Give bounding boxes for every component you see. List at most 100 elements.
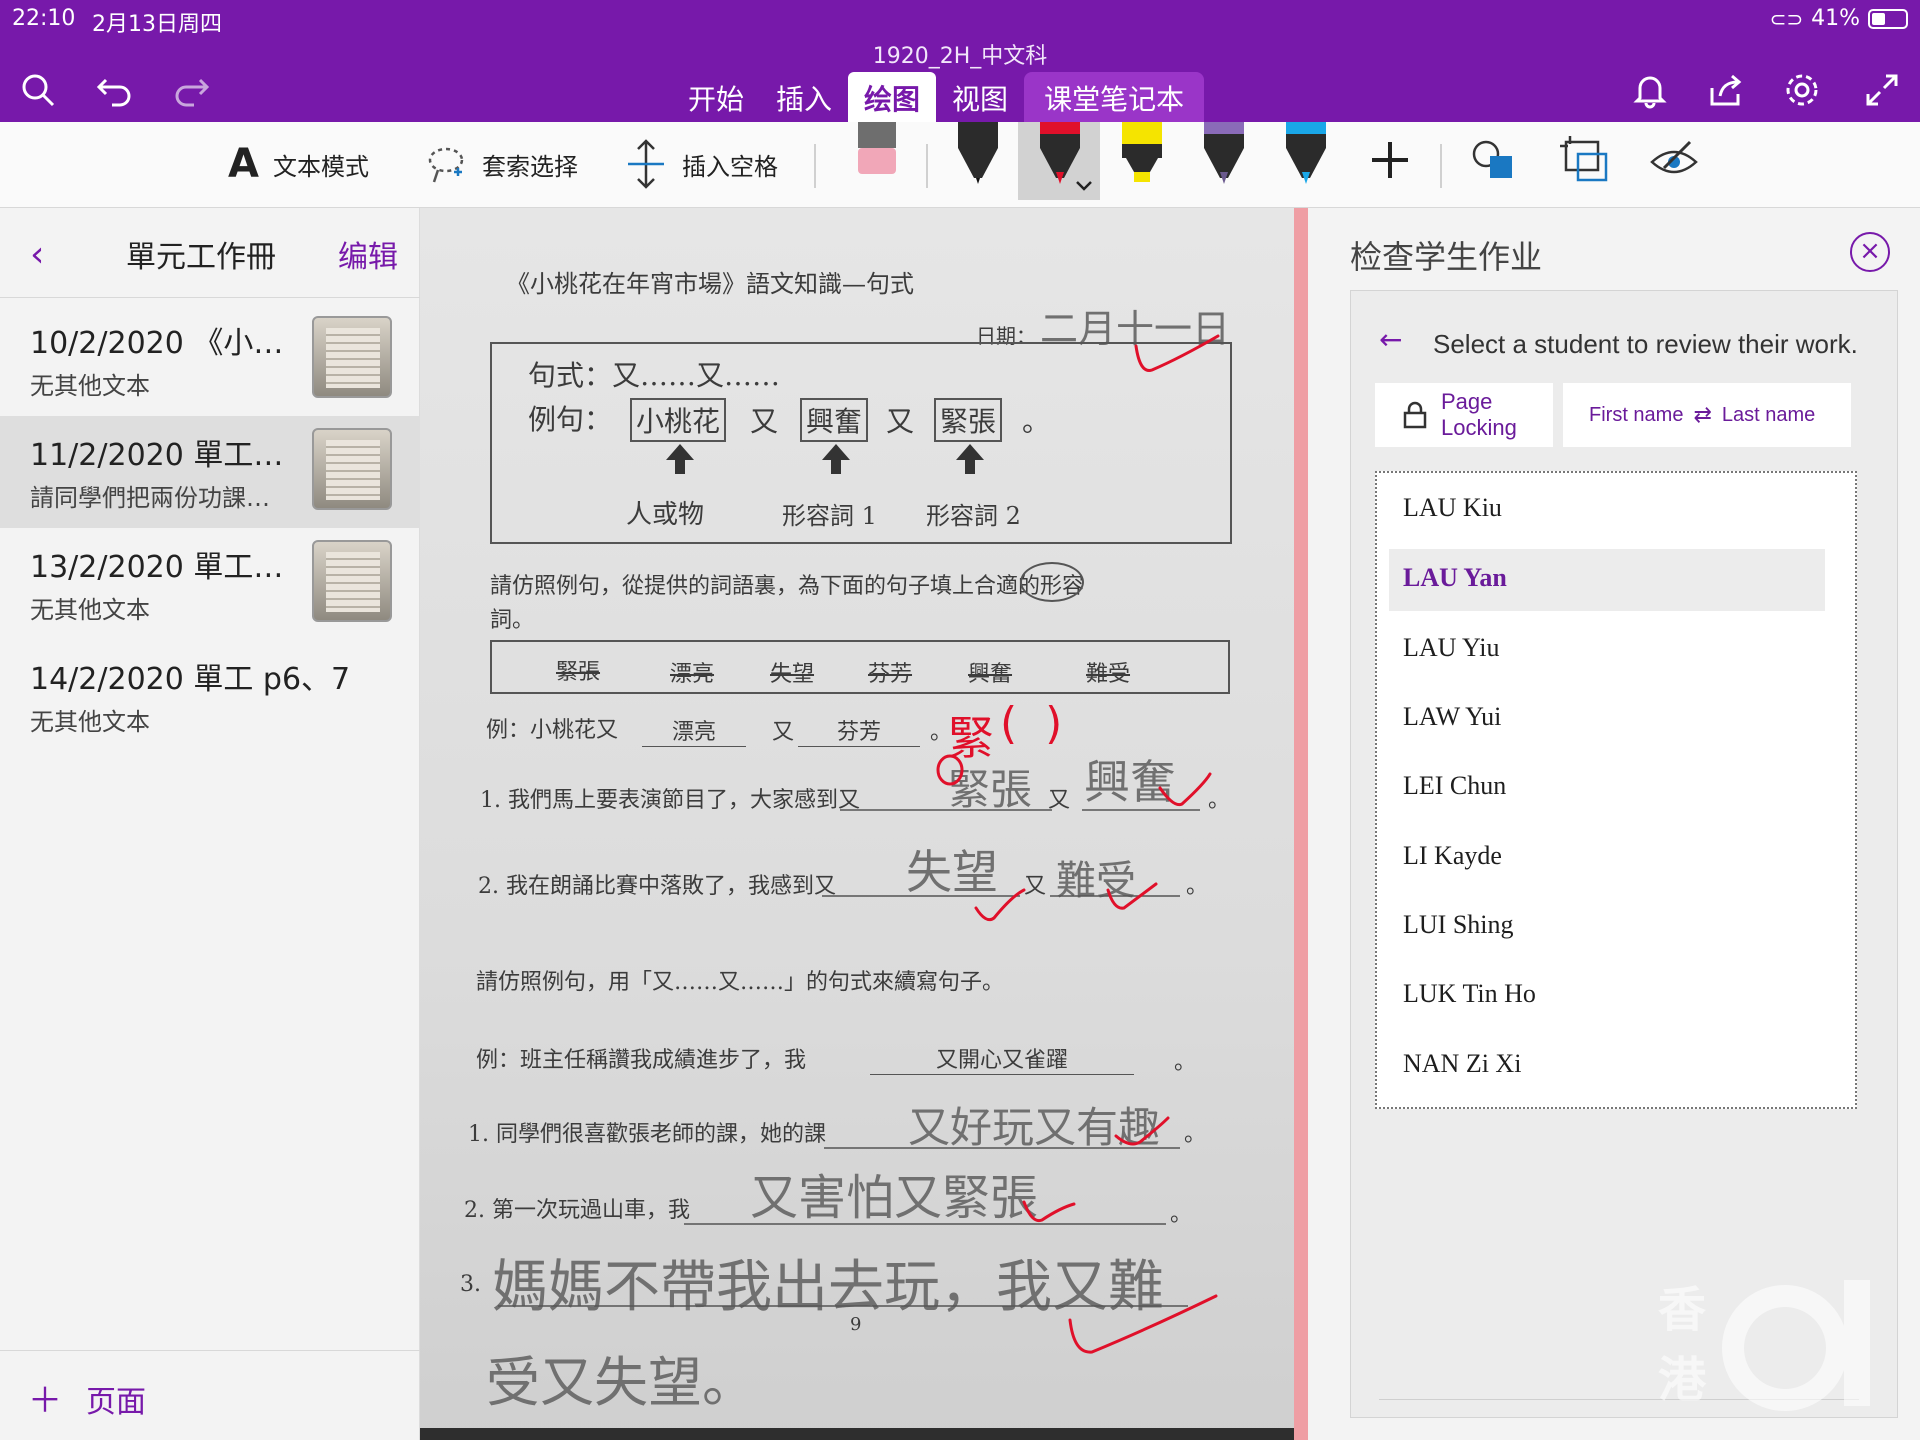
close-icon[interactable]: ×: [1850, 232, 1890, 272]
yellow-highlighter-icon[interactable]: [1114, 122, 1170, 188]
gear-icon[interactable]: [1778, 66, 1826, 114]
page-item[interactable]: 14/2/2020 單工 p6、7 无其他文本: [0, 640, 420, 752]
student-item[interactable]: LAU Yiu: [1389, 619, 1825, 681]
tab-home[interactable]: 开始: [672, 72, 760, 122]
back-arrow-icon[interactable]: ←: [1379, 323, 1402, 356]
toolbar-divider: [926, 144, 928, 188]
page-item-subtitle: 无其他文本: [30, 596, 150, 624]
sort-first-name: First name: [1589, 403, 1684, 426]
page-item-title: 11/2/2020 單工…: [30, 438, 284, 473]
galaxy-pen-icon[interactable]: [1196, 122, 1252, 188]
page-thumbnail: [312, 540, 392, 622]
tab-draw[interactable]: 绘图: [848, 72, 937, 122]
title-bar: 22:10 2月13日周四 ⊂⊃ 41% 1920_2H_中文科 开始 插入 绘…: [0, 0, 1920, 122]
page-locking-button[interactable]: Page Locking: [1375, 383, 1553, 447]
page-list-pane: ‹ 單元工作冊 编辑 10/2/2020 《小… 无其他文本 11/2/2020…: [0, 208, 420, 1440]
pane-divider: [1294, 208, 1308, 1440]
student-item[interactable]: LAU Kiu: [1389, 479, 1825, 541]
edit-button[interactable]: 编辑: [338, 232, 398, 276]
student-item[interactable]: LEI Chun: [1389, 757, 1825, 819]
text-mode-button[interactable]: A 文本模式: [228, 134, 369, 194]
toolbar-divider: [1440, 144, 1442, 188]
share-icon[interactable]: [1702, 66, 1750, 114]
plus-icon[interactable]: ＋: [28, 1373, 62, 1422]
lasso-select-label: 套索选择: [482, 152, 578, 181]
undo-icon[interactable]: [90, 66, 138, 114]
ink-to-shape-icon[interactable]: [1556, 132, 1612, 198]
lasso-icon: [428, 147, 464, 183]
page-locking-label: Page Locking: [1441, 389, 1517, 440]
battery-percent: 41%: [1811, 6, 1860, 31]
page-item-subtitle: 无其他文本: [30, 708, 150, 736]
add-pen-icon[interactable]: [1362, 132, 1418, 198]
tab-class-notebook[interactable]: 课堂笔记本: [1024, 72, 1205, 122]
page-item-selected[interactable]: 11/2/2020 單工… 請同學們把兩份功課…: [0, 416, 420, 528]
pen-options-chevron-icon[interactable]: [1074, 176, 1094, 196]
watermark-mark-icon: [1722, 1280, 1870, 1411]
student-item[interactable]: LUI Shing: [1389, 896, 1825, 958]
page-thumbnail: [312, 428, 392, 510]
search-icon[interactable]: [14, 66, 62, 114]
back-chevron-icon[interactable]: ‹: [30, 234, 44, 275]
insert-space-button[interactable]: 插入空格: [624, 134, 778, 194]
page-item-title: 14/2/2020 單工 p6、7: [30, 662, 351, 697]
link-icon: ⊂⊃: [1769, 6, 1804, 31]
student-item[interactable]: LAW Yui: [1389, 688, 1825, 750]
page-item-subtitle: 請同學們把兩份功課…: [30, 484, 270, 512]
review-instruction: Select a student to review their work.: [1433, 329, 1858, 359]
worksheet-photo[interactable]: 《小桃花在年宵市場》語文知識—句式 日期： 二月十一日 句式：又……又…… 例句…: [420, 208, 1294, 1440]
watermark-logo: 香 港: [1640, 1270, 1890, 1420]
text-mode-label: 文本模式: [272, 152, 369, 181]
page-item-subtitle: 无其他文本: [30, 372, 150, 400]
tab-insert[interactable]: 插入: [760, 72, 848, 122]
draw-toolbar: A 文本模式 套索选择 插入空格: [0, 122, 1920, 208]
student-item[interactable]: LI Kayde: [1389, 827, 1825, 889]
toolbar-divider: [814, 144, 816, 188]
tab-view[interactable]: 视图: [936, 72, 1024, 122]
insert-space-icon: [628, 139, 664, 189]
sort-toggle-button[interactable]: First name ⇄ Last name: [1563, 383, 1851, 447]
student-item[interactable]: NAN Zi Xi: [1389, 1035, 1825, 1097]
ink-annotations: [498, 334, 1220, 1354]
student-item[interactable]: LUK Tin Ho: [1389, 965, 1825, 1027]
black-pen-icon[interactable]: [950, 122, 1006, 188]
watermark-char: 港: [1658, 1352, 1707, 1408]
status-indicators: ⊂⊃ 41%: [1770, 6, 1908, 31]
review-student-work-pane: 检查学生作业 × ← Select a student to review th…: [1308, 208, 1920, 1440]
page-item-title: 13/2/2020 單工…: [30, 550, 284, 585]
insert-space-label: 插入空格: [682, 152, 778, 181]
review-card: ← Select a student to review their work.…: [1350, 290, 1898, 1418]
redo-icon[interactable]: [168, 66, 216, 114]
red-check-marks: [936, 334, 1220, 1354]
page-thumbnail: [312, 316, 392, 398]
page-item[interactable]: 10/2/2020 《小… 无其他文本: [0, 304, 420, 416]
add-page-button[interactable]: 页面: [86, 1377, 146, 1421]
page-item[interactable]: 13/2/2020 單工… 无其他文本: [0, 528, 420, 640]
fullscreen-icon[interactable]: [1858, 66, 1906, 114]
section-header: ‹ 單元工作冊 编辑: [0, 208, 420, 298]
lasso-select-button[interactable]: 套索选择: [424, 134, 578, 194]
page-item-title: 10/2/2020 《小…: [30, 326, 284, 361]
section-title: 單元工作冊: [126, 240, 276, 275]
status-time: 22:10: [12, 6, 76, 31]
text-mode-icon: A: [228, 141, 259, 187]
status-date: 2月13日周四: [92, 12, 222, 37]
worksheet-paper: 《小桃花在年宵市場》語文知識—句式 日期： 二月十一日 句式：又……又…… 例句…: [420, 208, 1294, 1440]
photo-edge: [420, 1428, 1294, 1440]
lock-icon: [1403, 401, 1427, 429]
student-item-selected[interactable]: LAU Yan: [1389, 549, 1825, 611]
review-pane-title: 检查学生作业: [1350, 238, 1543, 276]
shapes-icon[interactable]: [1466, 132, 1522, 198]
add-page-bar: ＋ 页面: [0, 1350, 420, 1440]
student-list: LAU Kiu LAU Yan LAU Yiu LAW Yui LEI Chun…: [1375, 471, 1857, 1109]
battery-fill: [1872, 12, 1885, 25]
bell-icon[interactable]: [1626, 66, 1674, 114]
eraser-icon[interactable]: [850, 122, 906, 188]
battery-icon: [1868, 8, 1908, 29]
watermark-char: 香: [1658, 1282, 1707, 1338]
sort-last-name: Last name: [1721, 403, 1816, 426]
blue-pen-icon[interactable]: [1278, 122, 1334, 188]
swap-arrows-icon: ⇄: [1693, 402, 1712, 427]
ribbon-tabs: 开始 插入 绘图 视图 课堂笔记本: [672, 72, 1205, 122]
ink-replay-icon[interactable]: [1646, 132, 1702, 198]
